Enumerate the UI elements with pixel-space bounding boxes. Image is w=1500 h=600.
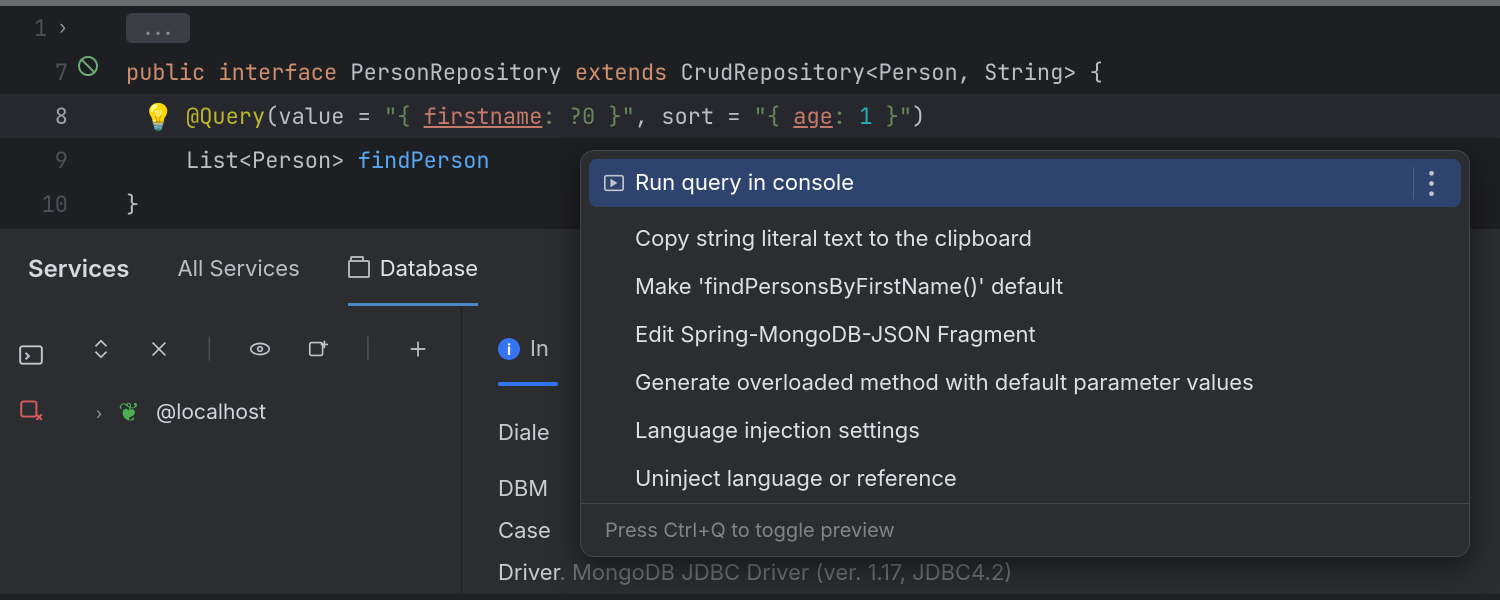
show-hidden-icon[interactable] <box>249 338 271 360</box>
tab-all-services[interactable]: All Services <box>177 256 299 282</box>
tree-item-label: @localhost <box>156 400 266 425</box>
menu-item-uninject[interactable]: Uninject language or reference <box>581 455 1469 503</box>
menu-item-copy-literal[interactable]: Copy string literal text to the clipboar… <box>581 215 1469 263</box>
menu-item-label: Uninject language or reference <box>635 466 957 492</box>
gutter-9[interactable]: 9 <box>0 146 94 175</box>
gutter-10[interactable]: 10 <box>0 190 94 219</box>
tree-toolbar: | | <box>62 326 461 372</box>
line-number: 9 <box>55 146 68 175</box>
close-icon[interactable] <box>148 338 170 360</box>
query-field-firstname: firstname <box>424 102 543 131</box>
line-number: 7 <box>55 58 68 87</box>
menu-item-make-default[interactable]: Make 'findPersonsByFirstName()' default <box>581 263 1469 311</box>
active-tab-underline <box>348 303 478 306</box>
new-session-icon[interactable] <box>307 338 329 360</box>
menu-item-label: Copy string literal text to the clipboar… <box>635 226 1032 252</box>
menu-item-label: Make 'findPersonsByFirstName()' default <box>635 274 1063 300</box>
code-line-7[interactable]: 7 public interface PersonRepository exte… <box>0 50 1500 94</box>
run-console-icon <box>603 172 625 194</box>
chevron-right-icon[interactable]: › <box>96 403 102 423</box>
line-number: 1 <box>34 14 47 43</box>
folded-code-hint[interactable]: ... <box>126 13 190 43</box>
gutter-7[interactable]: 7 <box>0 58 94 87</box>
tool-rail <box>0 308 62 594</box>
menu-item-injection-settings[interactable]: Language injection settings <box>581 407 1469 455</box>
console-icon[interactable] <box>18 342 44 368</box>
return-type: List<Person> <box>186 146 344 175</box>
super-type: CrudRepository <box>680 58 865 87</box>
menu-item-more-button[interactable] <box>1413 167 1449 199</box>
class-name: PersonRepository <box>350 58 561 87</box>
tab-database-label: Database <box>380 256 478 282</box>
keyword-interface: interface <box>218 58 337 87</box>
method-name: findPerson <box>358 146 490 175</box>
gutter-1[interactable]: 1 › <box>0 14 94 43</box>
info-label: In <box>530 336 549 362</box>
tab-database[interactable]: Database <box>348 256 478 282</box>
active-subtab-underline <box>498 382 558 386</box>
services-title: Services <box>28 254 129 283</box>
annotation: @Query <box>186 102 265 131</box>
intention-actions-menu: Run query in console Copy string literal… <box>580 150 1470 557</box>
menu-item-label: Edit Spring-MongoDB-JSON Fragment <box>635 322 1036 348</box>
line-number: 8 <box>55 102 68 131</box>
fold-chevron-icon[interactable]: › <box>57 16 68 39</box>
kebab-icon <box>1414 166 1449 201</box>
code-line-8[interactable]: 8 💡 @Query ( value = "{ firstname : ?0 }… <box>0 94 1500 138</box>
expand-collapse-icon[interactable] <box>90 338 112 360</box>
folder-icon <box>348 260 370 278</box>
keyword-extends: extends <box>575 58 667 87</box>
detail-driver-label: Driver <box>498 560 560 586</box>
gutter-8[interactable]: 8 <box>0 102 94 131</box>
line-number: 10 <box>42 190 68 219</box>
tree-item-localhost[interactable]: › ❦ @localhost <box>62 390 461 435</box>
menu-item-label: Run query in console <box>635 170 854 196</box>
menu-footer-hint: Press Ctrl+Q to toggle preview <box>581 503 1469 556</box>
menu-item-generate-overload[interactable]: Generate overloaded method with default … <box>581 359 1469 407</box>
keyword-public: public <box>126 58 205 87</box>
code-line-1[interactable]: 1 › ... <box>0 6 1500 50</box>
datasource-disconnect-icon[interactable] <box>18 396 44 422</box>
add-icon[interactable] <box>407 338 429 360</box>
menu-item-edit-fragment[interactable]: Edit Spring-MongoDB-JSON Fragment <box>581 311 1469 359</box>
services-tree-pane: | | › ❦ @localhost <box>62 308 462 594</box>
intention-bulb-icon[interactable]: 💡 <box>142 99 174 134</box>
menu-item-label: Language injection settings <box>635 418 920 444</box>
info-icon: i <box>498 338 520 360</box>
detail-driver-value: . MongoDB JDBC Driver (ver. 1.17, JDBC4.… <box>560 560 1013 586</box>
menu-item-label: Generate overloaded method with default … <box>635 370 1254 396</box>
menu-item-run-query[interactable]: Run query in console <box>589 159 1461 207</box>
query-field-age: age <box>793 102 833 131</box>
